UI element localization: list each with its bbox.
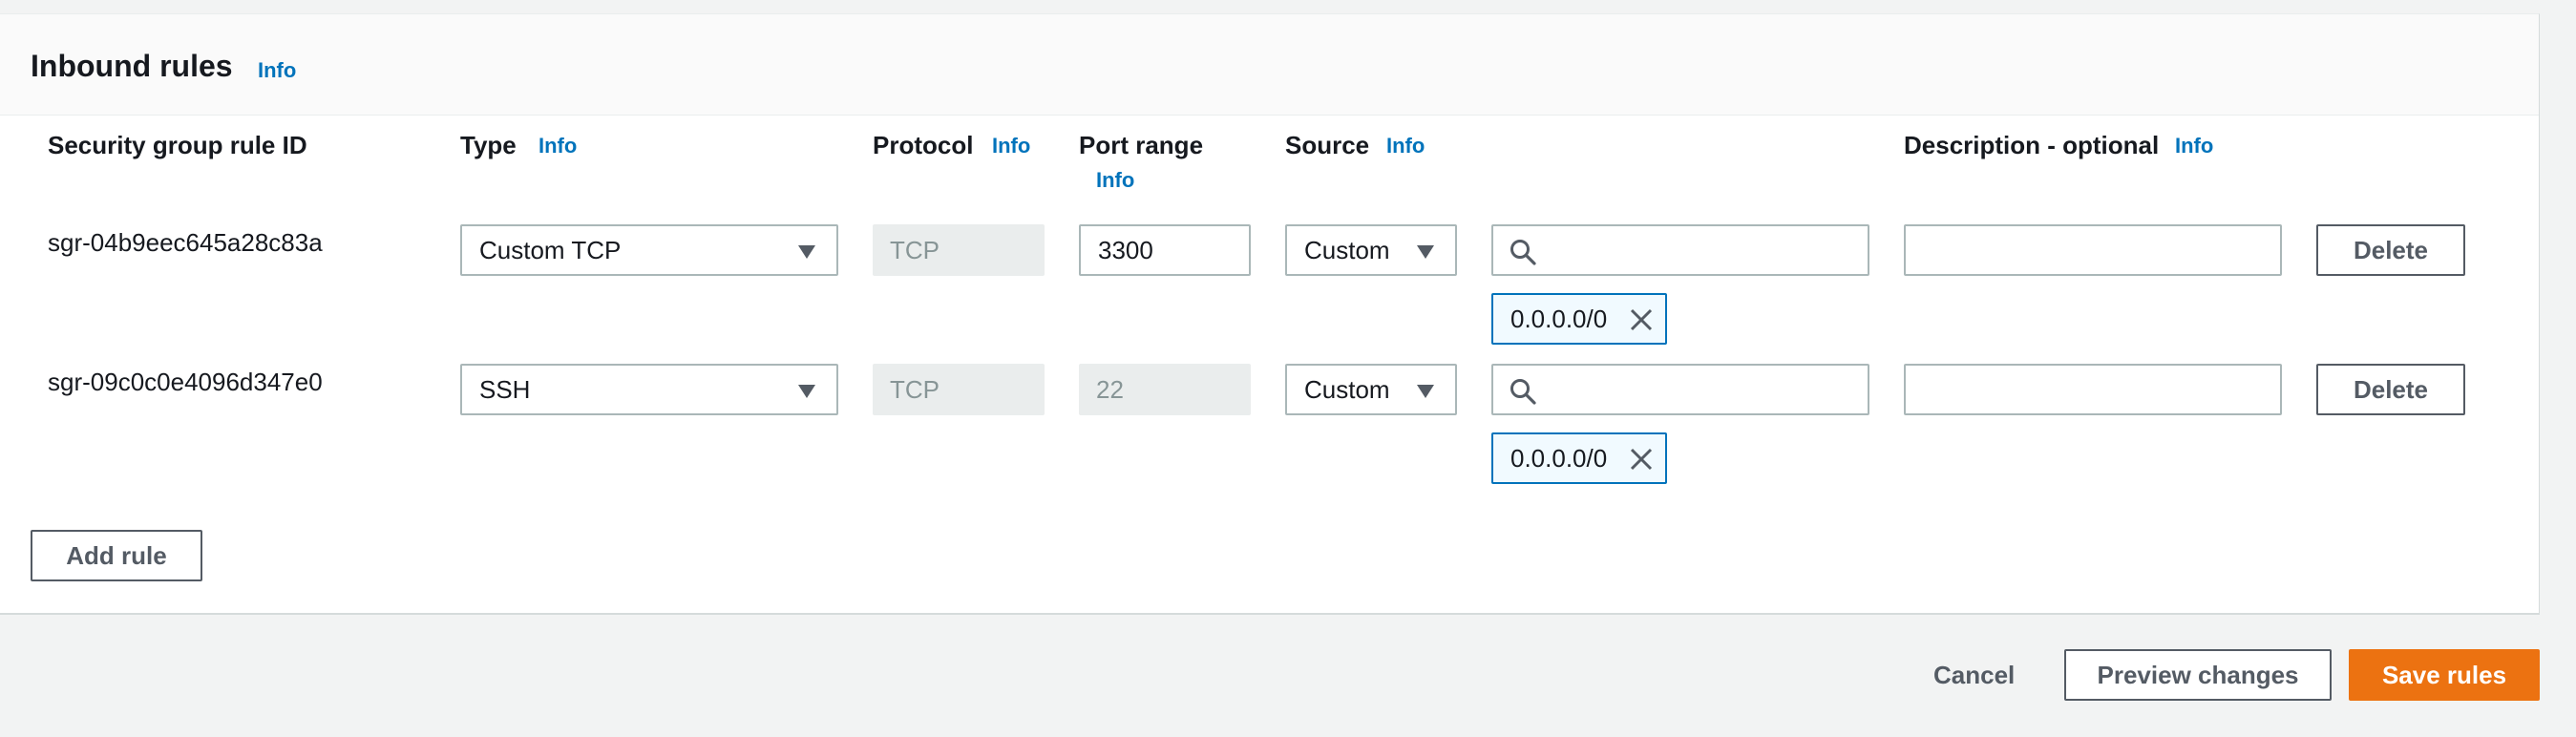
panel-header: Inbound rules Info [0, 14, 2539, 116]
type-info-link[interactable]: Info [538, 134, 577, 158]
cancel-button[interactable]: Cancel [1933, 661, 2015, 690]
rule-id: sgr-09c0c0e4096d347e0 [48, 368, 323, 396]
caret-down-icon [798, 385, 815, 398]
source-type-select[interactable]: Custom [1285, 224, 1457, 276]
protocol-value: TCP [890, 374, 940, 404]
port-range-value: 3300 [1098, 235, 1153, 264]
type-select[interactable]: Custom TCP [460, 224, 838, 276]
add-rule-button[interactable]: Add rule [31, 530, 202, 581]
source-info-link[interactable]: Info [1386, 134, 1425, 158]
caret-down-icon [1417, 245, 1434, 259]
protocol-field: TCP [873, 364, 1045, 415]
port-range-info-link[interactable]: Info [1096, 168, 1134, 193]
preview-changes-button[interactable]: Preview changes [2064, 649, 2332, 701]
port-range-field: 22 [1079, 364, 1251, 415]
description-info-link[interactable]: Info [2175, 134, 2213, 158]
column-header-port-range: Port range [1079, 131, 1204, 159]
section-info-link[interactable]: Info [258, 58, 296, 83]
type-select[interactable]: SSH [460, 364, 838, 415]
source-search-input[interactable] [1491, 224, 1869, 276]
caret-down-icon [798, 245, 815, 259]
caret-down-icon [1417, 385, 1434, 398]
port-range-value: 22 [1096, 374, 1124, 404]
description-input[interactable] [1904, 364, 2282, 415]
source-token: 0.0.0.0/0 [1491, 293, 1667, 345]
close-icon[interactable] [1629, 307, 1654, 332]
close-icon[interactable] [1629, 447, 1654, 472]
description-input[interactable] [1904, 224, 2282, 276]
source-token-label: 0.0.0.0/0 [1510, 443, 1608, 473]
type-select-value: Custom TCP [479, 235, 622, 264]
column-header-protocol: Protocol [873, 131, 974, 159]
protocol-value: TCP [890, 235, 940, 264]
column-header-source: Source [1285, 131, 1370, 159]
section-title: Inbound rules [31, 49, 233, 83]
column-header-type: Type [460, 131, 517, 159]
protocol-field: TCP [873, 224, 1045, 276]
column-header-description: Description - optional [1904, 131, 2160, 159]
column-header-rule-id: Security group rule ID [48, 131, 307, 159]
save-rules-button[interactable]: Save rules [2349, 649, 2540, 701]
port-range-input[interactable]: 3300 [1079, 224, 1251, 276]
delete-button[interactable]: Delete [2316, 364, 2465, 415]
rule-id: sgr-04b9eec645a28c83a [48, 228, 323, 257]
delete-button[interactable]: Delete [2316, 224, 2465, 276]
source-type-select[interactable]: Custom [1285, 364, 1457, 415]
source-type-value: Custom [1304, 374, 1390, 404]
source-token: 0.0.0.0/0 [1491, 432, 1667, 484]
search-icon [1510, 379, 1536, 405]
source-search-input[interactable] [1491, 364, 1869, 415]
source-type-value: Custom [1304, 235, 1390, 264]
inbound-rules-panel: Inbound rules Info Security group rule I… [0, 13, 2540, 615]
source-token-label: 0.0.0.0/0 [1510, 304, 1608, 333]
type-select-value: SSH [479, 374, 531, 404]
search-icon [1510, 240, 1536, 265]
protocol-info-link[interactable]: Info [992, 134, 1030, 158]
